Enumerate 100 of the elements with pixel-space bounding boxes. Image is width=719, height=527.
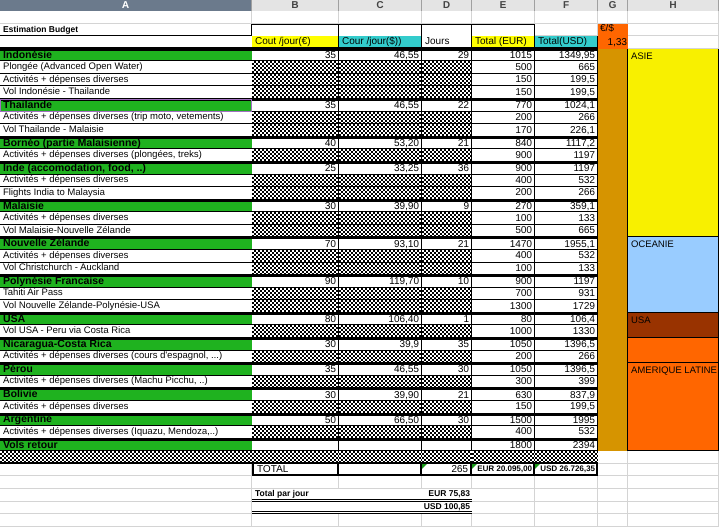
table-cell: 532 xyxy=(535,174,598,188)
table-cell: 10 xyxy=(422,275,472,288)
table-cell: 400 xyxy=(472,250,535,263)
table-cell: 359,1 xyxy=(535,200,598,212)
table-cell: 1050 xyxy=(472,363,535,376)
item-cell: Activités + dépenses diverses xyxy=(0,212,252,225)
table-cell: 1024,1 xyxy=(535,99,598,112)
total-label: TOTAL xyxy=(252,464,339,476)
table-cell: 133 xyxy=(535,262,598,276)
table-cell: 80 xyxy=(252,312,339,326)
country-cell: Inde (accomodation, food, ..) xyxy=(0,162,252,175)
hatched-cell xyxy=(422,350,472,364)
table-cell: 1470 xyxy=(472,237,535,250)
item-cell: Activités + dépenses diverses xyxy=(0,250,252,263)
table-cell: 2394 xyxy=(535,438,598,452)
table-cell: 200 xyxy=(472,187,535,200)
column-header: B xyxy=(252,0,339,11)
column-header: A xyxy=(0,0,252,11)
hatched-cell xyxy=(422,212,472,225)
table-cell: 1349,95 xyxy=(535,48,598,62)
total-eur: EUR 20.095,00 xyxy=(477,463,532,476)
hatched-cell xyxy=(422,86,472,100)
table-cell: 133 xyxy=(535,212,598,225)
table-cell: 35 xyxy=(252,363,339,376)
table-cell: 266 xyxy=(535,187,598,200)
table-cell: 500 xyxy=(472,61,535,74)
table-cell: 199,5 xyxy=(535,86,598,100)
table-cell: 93,10 xyxy=(339,237,422,250)
item-cell: Vol Malaisie-Nouvelle Zélande xyxy=(0,224,252,238)
hatched-cell xyxy=(422,174,472,188)
exchange-rate: 1,33 xyxy=(598,36,628,49)
table-cell: 1330 xyxy=(535,325,598,338)
country-cell: Bolivie xyxy=(0,388,252,401)
table-cell xyxy=(422,438,472,452)
item-cell: Vol USA - Peru via Costa Rica xyxy=(0,325,252,338)
table-cell: 200 xyxy=(472,350,535,364)
hatched-cell xyxy=(422,325,472,338)
table-cell: 1800 xyxy=(472,438,535,452)
table-cell: 500 xyxy=(472,224,535,238)
hatched-cell xyxy=(422,250,472,263)
table-cell: 266 xyxy=(535,112,598,124)
country-cell: Polynésie Francaise xyxy=(0,275,252,288)
item-cell: Activités + dépenses diverses (Machu Picchu, ..) xyxy=(0,376,252,388)
table-cell: 770 xyxy=(472,99,535,112)
table-cell: 39,90 xyxy=(339,388,422,401)
region-label: AMERIQUE LATINE xyxy=(628,363,719,452)
table-cell: 1955,1 xyxy=(535,237,598,250)
item-cell: Activités + dépenses diverses xyxy=(0,174,252,188)
item-cell: Activités + dépenses diverses xyxy=(0,400,252,414)
total-usd: USD 26.726,35 xyxy=(540,463,595,476)
table-cell: 9 xyxy=(422,200,472,212)
table-cell: 40 xyxy=(252,136,339,150)
table-cell: 30 xyxy=(252,338,339,351)
country-cell: Thailande xyxy=(0,99,252,112)
table-cell: 21 xyxy=(422,237,472,250)
item-cell: Activités + dépenses diverses (Iquazu, Mendoza,..) xyxy=(0,426,252,439)
country-cell: Vols retour xyxy=(0,438,252,452)
table-cell: 106,40 xyxy=(339,312,422,326)
hatched-cell xyxy=(422,124,472,137)
table-cell: 700 xyxy=(472,288,535,300)
table-cell: 399 xyxy=(535,376,598,388)
hatched-cell xyxy=(422,61,472,74)
table-cell: 100 xyxy=(472,212,535,225)
table-cell: 46,55 xyxy=(339,48,422,62)
table-cell: 35 xyxy=(422,338,472,351)
per-day-usd: USD 100,85 xyxy=(422,502,472,514)
hatched-cell xyxy=(422,74,472,86)
table-cell: 1995 xyxy=(535,414,598,426)
table-cell: 1396,5 xyxy=(535,338,598,351)
item-cell: Flights India to Malaysia xyxy=(0,187,252,200)
table-cell: 837,9 xyxy=(535,388,598,401)
table-cell: 66,50 xyxy=(339,414,422,426)
per-day-eur: EUR 75,83 xyxy=(422,488,472,502)
hatched-cell xyxy=(422,187,472,200)
table-cell: 30 xyxy=(422,363,472,376)
table-cell: 170 xyxy=(472,124,535,137)
table-cell: 150 xyxy=(472,400,535,414)
column-header: G xyxy=(598,0,628,11)
hatched-cell xyxy=(422,288,472,300)
country-cell: Argentine xyxy=(0,414,252,426)
table-cell: 900 xyxy=(472,149,535,162)
column-label: Cout /jour(€) xyxy=(252,36,339,49)
item-cell: Activités + dépenses diverses xyxy=(0,74,252,86)
table-cell: 665 xyxy=(535,61,598,74)
table-cell: 22 xyxy=(422,99,472,112)
table-cell: 900 xyxy=(472,275,535,288)
column-label: Total(USD) xyxy=(535,36,598,49)
region-label: OCEANIE xyxy=(628,237,719,313)
column-label: Total (EUR) xyxy=(472,36,535,49)
country-cell: Indonésie xyxy=(0,48,252,62)
country-cell: Bornéo (partie Malaisienne) xyxy=(0,136,252,150)
table-cell: 1000 xyxy=(472,325,535,338)
hatched-cell xyxy=(422,224,472,238)
table-cell: 35 xyxy=(252,48,339,62)
hatched-cell xyxy=(422,400,472,414)
table-cell: 1050 xyxy=(472,338,535,351)
table-cell: 665 xyxy=(535,224,598,238)
per-day-label: Total par jour xyxy=(252,488,339,502)
column-label: Cour /jour($)) xyxy=(339,36,422,49)
item-cell: Activités + dépenses diverses (cours d'espagnol, ...) xyxy=(0,350,252,364)
